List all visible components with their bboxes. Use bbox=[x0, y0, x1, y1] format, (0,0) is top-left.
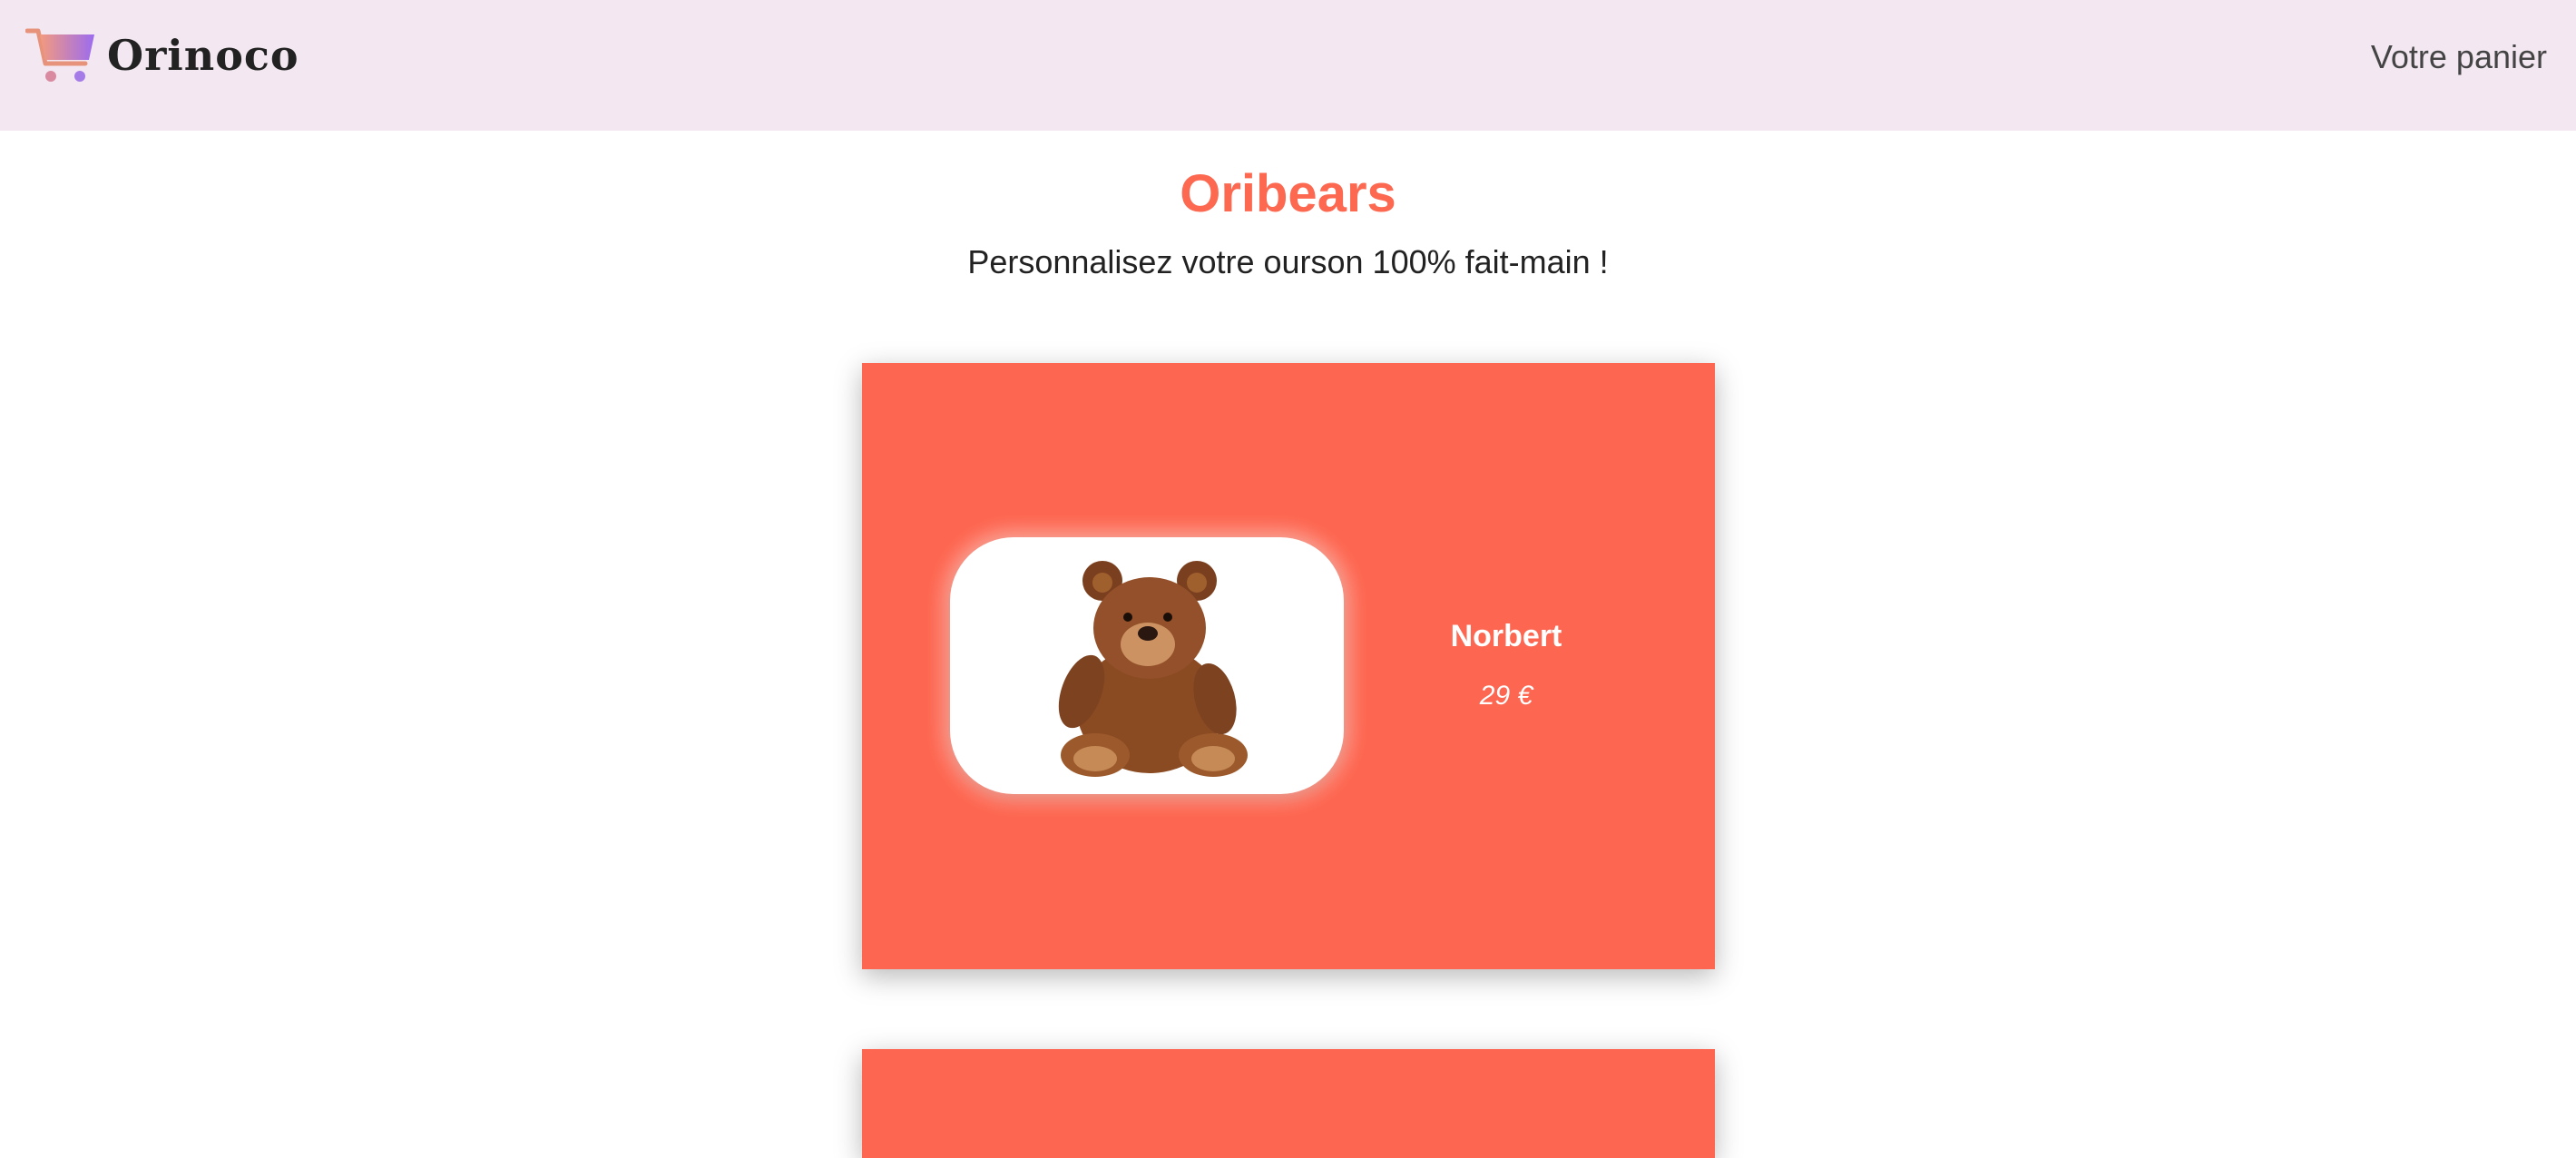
cart-link[interactable]: Votre panier bbox=[2371, 38, 2547, 76]
shopping-cart-icon bbox=[25, 28, 94, 82]
page-title: Oribears bbox=[1180, 164, 1396, 223]
product-card[interactable]: Norbert 29 € bbox=[862, 363, 1715, 969]
brand-name: Orinoco bbox=[107, 31, 299, 80]
page-subtitle: Personnalisez votre ourson 100% fait-mai… bbox=[967, 243, 1609, 280]
product-name: Norbert bbox=[1450, 619, 1562, 653]
product-image bbox=[950, 537, 1344, 794]
brand-logo[interactable]: Orinoco bbox=[25, 24, 299, 87]
product-price: 29 € bbox=[1479, 681, 1533, 711]
product-card[interactable] bbox=[862, 1049, 1715, 1158]
teddy-bear-image bbox=[1058, 561, 1248, 777]
site-header: Orinoco Votre panier bbox=[0, 0, 2576, 131]
